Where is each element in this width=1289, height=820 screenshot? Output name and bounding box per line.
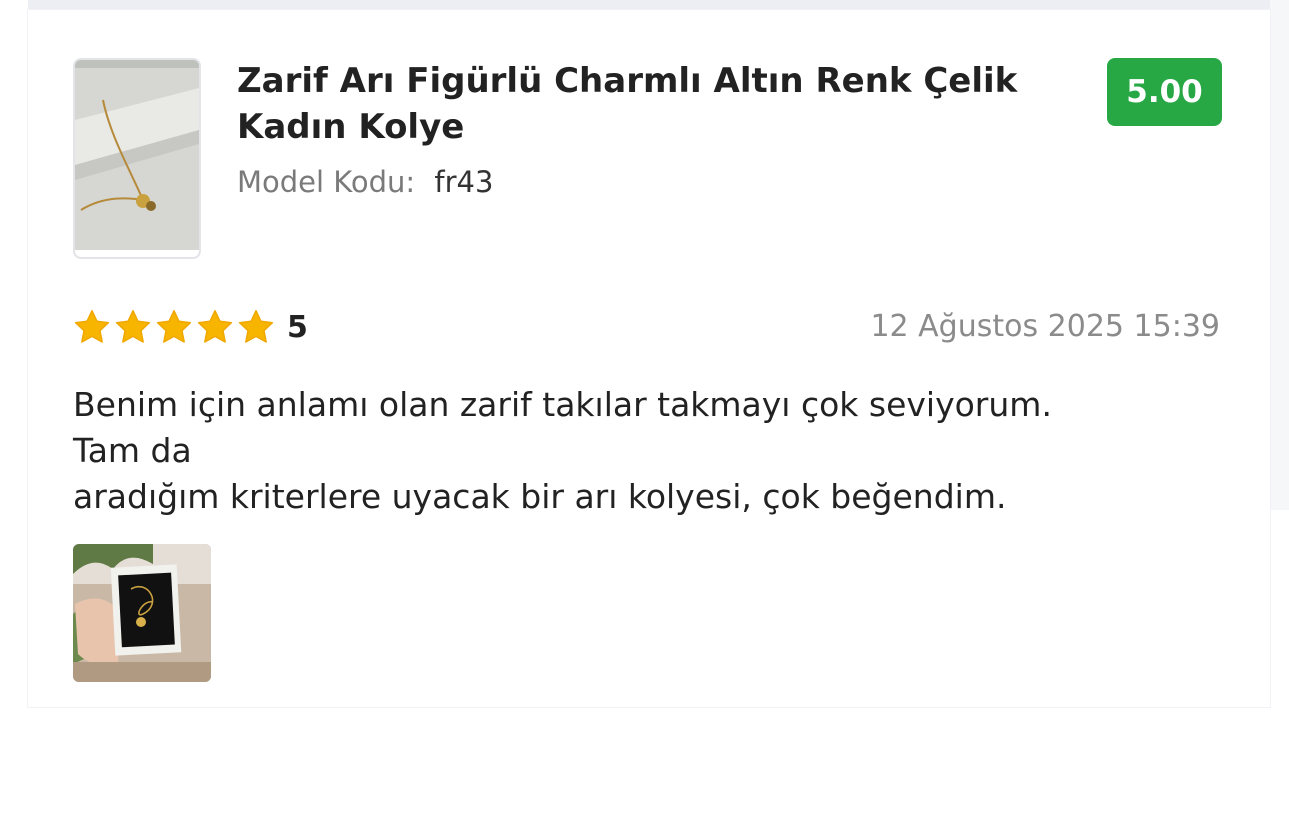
- model-code-row: Model Kodu: fr43: [237, 162, 493, 202]
- review-photo-thumbnail[interactable]: [73, 544, 211, 682]
- model-code-label: Model Kodu:: [237, 165, 416, 199]
- star-rating: 5: [73, 305, 308, 349]
- star-icon: [74, 310, 110, 343]
- model-code-value: fr43: [434, 165, 494, 199]
- top-divider: [28, 0, 1270, 10]
- review-date: 12 Ağustos 2025 15:39: [870, 309, 1220, 344]
- product-image[interactable]: [73, 58, 201, 259]
- necklace-photo: [75, 60, 199, 257]
- necklace-box-photo: [73, 544, 211, 682]
- star-icon: [197, 310, 233, 343]
- rating-value: 5: [287, 309, 308, 345]
- star-icon: [156, 310, 192, 343]
- review-text-line: Benim için anlamı olan zarif takılar tak…: [73, 385, 1052, 424]
- star-icon: [238, 310, 274, 343]
- review-text-line: aradığım kriterlere uyacak bir arı kolye…: [73, 477, 1007, 516]
- score-badge: 5.00: [1107, 58, 1222, 126]
- scroll-edge: [1270, 0, 1289, 510]
- review-text: Benim için anlamı olan zarif takılar tak…: [73, 382, 1203, 520]
- review-text-line: Tam da: [73, 431, 192, 470]
- product-title[interactable]: Zarif Arı Figürlü Charmlı Altın Renk Çel…: [237, 58, 1057, 150]
- star-icon: [115, 310, 151, 343]
